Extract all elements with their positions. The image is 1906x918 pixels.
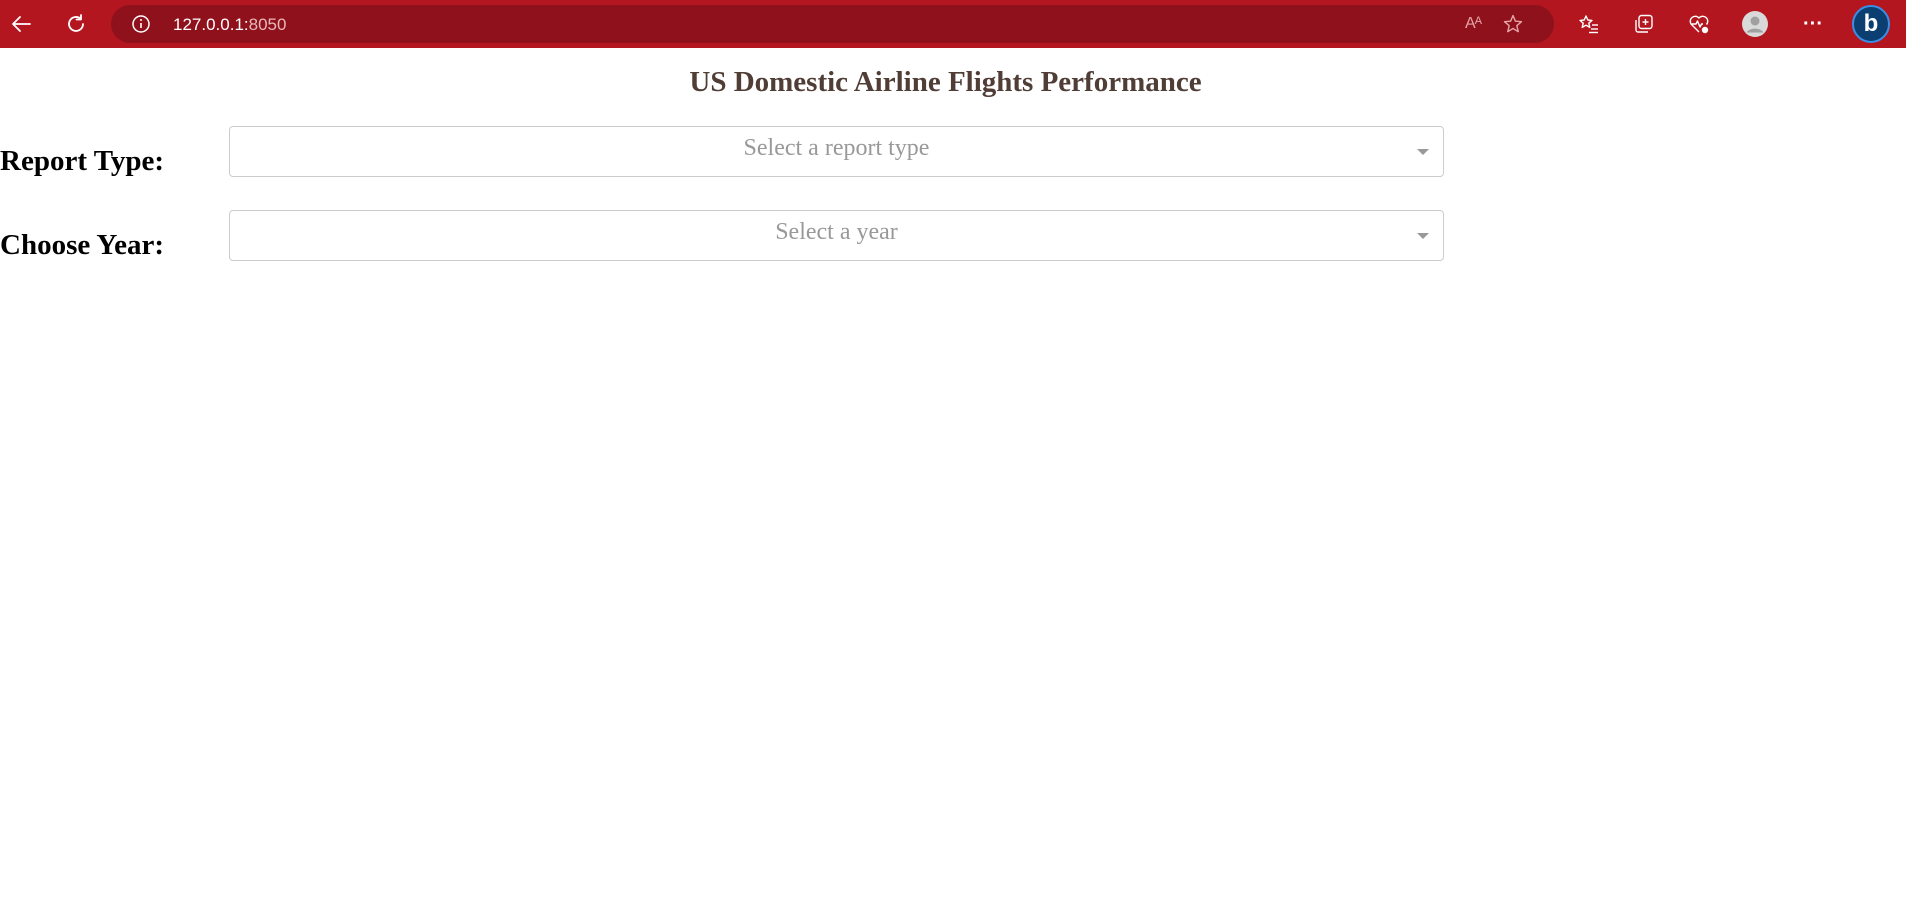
star-icon[interactable] [1501,12,1525,36]
url-port: 8050 [248,15,287,34]
report-type-dropdown[interactable]: Select a report type [229,126,1444,177]
url-text[interactable]: 127.0.0.1:8050 [173,15,286,35]
chevron-down-icon[interactable] [1417,149,1429,155]
browser-essentials-icon[interactable] [1681,6,1717,42]
refresh-icon[interactable] [58,6,94,42]
back-arrow-icon[interactable] [3,6,39,42]
chevron-down-icon[interactable] [1417,233,1429,239]
report-type-label: Report Type: [0,145,165,177]
more-menu-icon[interactable]: ··· [1795,6,1831,42]
year-placeholder: Select a year [775,219,898,245]
bing-copilot-icon[interactable]: b [1852,5,1890,43]
info-icon[interactable] [131,14,151,34]
report-type-placeholder: Select a report type [743,135,930,161]
profile-avatar-icon[interactable] [1737,6,1773,42]
collections-icon[interactable] [1626,6,1662,42]
browser-toolbar: 127.0.0.1:8050 Aᴬ ··· b [0,0,1906,48]
page-title: US Domestic Airline Flights Performance [689,66,1202,98]
address-bar[interactable]: 127.0.0.1:8050 Aᴬ [111,5,1554,43]
year-dropdown[interactable]: Select a year [229,210,1444,261]
url-host: 127.0.0.1: [173,15,249,34]
page-content: US Domestic Airline Flights Performance … [0,48,1906,918]
read-aloud-icon[interactable]: Aᴬ [1461,12,1485,36]
year-label: Choose Year: [0,229,165,261]
favorites-list-icon[interactable] [1571,6,1607,42]
